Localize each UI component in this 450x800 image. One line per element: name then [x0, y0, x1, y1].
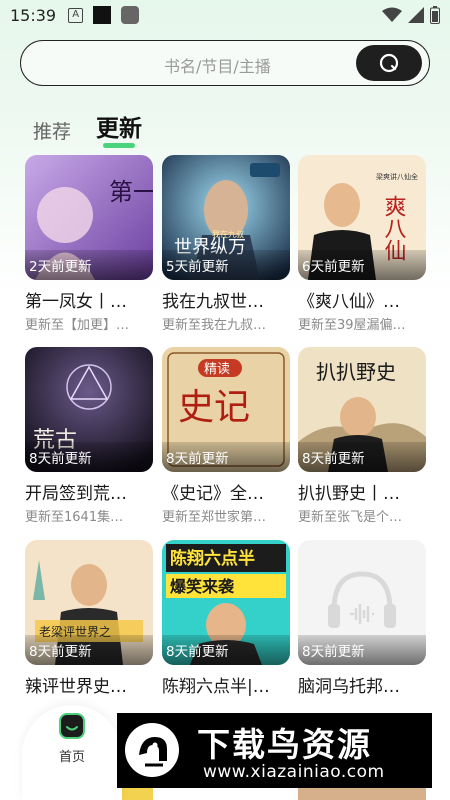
gray-square-icon	[121, 6, 140, 24]
card-title[interactable]: 我在九叔世…	[162, 287, 290, 312]
card-title[interactable]: 陈翔六点半|…	[162, 672, 290, 697]
card-title[interactable]: 《史记》全…	[162, 479, 290, 504]
card-subtitle: 更新至39屋漏偏…	[298, 318, 406, 333]
cover-title-text: 史记	[178, 387, 250, 428]
card-cover[interactable]: 精读 史记 8天前更新	[162, 347, 290, 472]
watermark-banner: 下载鸟资源 www.xiazainiao.com	[117, 713, 432, 788]
card-subtitle: 更新至张飞是个…	[298, 510, 403, 525]
black-square-icon	[93, 6, 112, 24]
active-tab-indicator	[103, 143, 135, 148]
cover-title-text: 陈翔六点半	[170, 548, 255, 569]
nav-home-label[interactable]: 首页	[59, 746, 85, 765]
card-cover[interactable]: 8天前更新	[298, 540, 426, 665]
tab-bar: 推荐 更新	[0, 100, 450, 150]
search-icon	[379, 53, 399, 73]
card-title[interactable]: 辣评世界史…	[25, 672, 153, 697]
search-bar[interactable]: 书名/节目/主播	[20, 40, 430, 86]
card-cover[interactable]: 梁爽讲八仙全 爽八仙 6天前更新	[298, 155, 426, 280]
card-subtitle: 更新至郑世家第…	[162, 510, 267, 525]
update-badge: 8天前更新	[166, 451, 229, 467]
tab-updates[interactable]: 更新	[96, 109, 142, 143]
watermark-url: www.xiazainiao.com	[203, 762, 385, 782]
update-badge: 8天前更新	[29, 644, 92, 660]
update-badge: 8天前更新	[166, 644, 229, 660]
card-subtitle: 更新至我在九叔…	[162, 318, 267, 333]
cover-tag-text: 梁爽讲八仙全	[376, 172, 418, 181]
card-title[interactable]: 第一凤女丨…	[25, 287, 153, 312]
cover-tag-text: 爆笑来袭	[170, 577, 235, 596]
watermark-title: 下载鸟资源	[197, 725, 372, 764]
bird-logo-icon	[125, 723, 179, 777]
cover-title-text: 扒扒野史	[316, 360, 396, 384]
cover-title-text: 第一凤女	[109, 178, 153, 206]
card-cover[interactable]: 老梁评世界之 8天前更新	[25, 540, 153, 665]
card-title[interactable]: 开局签到荒…	[25, 479, 153, 504]
card-title[interactable]: 脑洞乌托邦…	[298, 672, 426, 697]
signal-icon	[408, 7, 424, 23]
card-cover[interactable]: 陈翔六点半 爆笑来袭 8天前更新	[162, 540, 290, 665]
update-badge: 5天前更新	[166, 259, 229, 275]
card-cover[interactable]: 我在九叔 世界纵万 5天前更新	[162, 155, 290, 280]
update-badge: 8天前更新	[302, 644, 365, 660]
battery-icon	[430, 6, 440, 24]
update-badge: 2天前更新	[29, 259, 92, 275]
home-icon[interactable]	[59, 713, 85, 739]
update-badge: 8天前更新	[29, 451, 92, 467]
cover-tag-text: 精读	[204, 362, 230, 377]
update-badge: 6天前更新	[302, 259, 365, 275]
wifi-icon	[382, 7, 402, 22]
card-cover[interactable]: 扒扒野史 8天前更新	[298, 347, 426, 472]
bottom-nav: 首页	[22, 705, 122, 800]
card-cover[interactable]: 第一凤女 2天前更新	[25, 155, 153, 280]
card-subtitle: 更新至1641集…	[25, 510, 124, 525]
status-time: 15:39	[10, 5, 57, 25]
search-button[interactable]	[356, 45, 422, 81]
card-title[interactable]: 扒扒野史丨…	[298, 479, 426, 504]
tab-recommend[interactable]: 推荐	[33, 117, 71, 144]
search-input[interactable]: 书名/节目/主播	[164, 53, 271, 77]
status-bar: 15:39 A	[0, 0, 450, 30]
card-subtitle: 更新至【加更】…	[25, 318, 130, 333]
card-title[interactable]: 《爽八仙》…	[298, 287, 426, 312]
a-icon: A	[68, 7, 84, 23]
update-badge: 8天前更新	[302, 451, 365, 467]
card-cover[interactable]: 荒古 8天前更新	[25, 347, 153, 472]
